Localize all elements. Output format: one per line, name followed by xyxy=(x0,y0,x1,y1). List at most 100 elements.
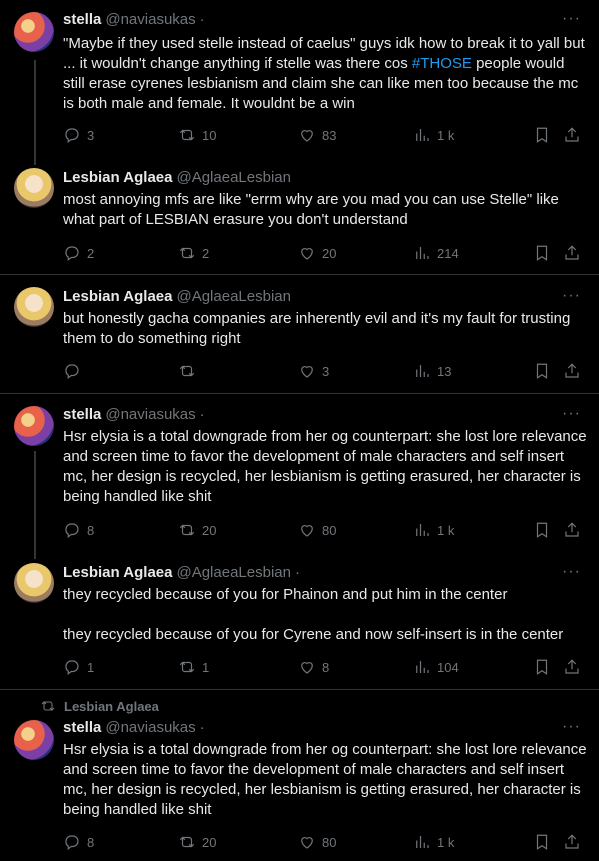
bookmark-icon xyxy=(536,127,548,143)
like-count: 83 xyxy=(322,127,337,143)
reply-count: 2 xyxy=(87,245,95,261)
tweet-text: Hsr elysia is a total downgrade from her… xyxy=(63,428,591,505)
display-name[interactable]: stella xyxy=(63,11,101,28)
repost-count: 2 xyxy=(202,245,210,261)
share-button[interactable] xyxy=(563,520,581,540)
avatar[interactable] xyxy=(14,406,54,446)
bookmark-button[interactable] xyxy=(533,243,551,263)
more-options-icon[interactable]: ··· xyxy=(562,405,581,423)
handle[interactable]: @naviasukas xyxy=(105,719,195,736)
reply-button[interactable]: 8 xyxy=(63,520,94,540)
views-button[interactable]: 104 xyxy=(413,657,459,677)
bookmark-button[interactable] xyxy=(533,832,551,852)
views-icon xyxy=(416,836,429,848)
tweet[interactable]: Lesbian Aglaea @AglaeaLesbian · ··· they r… xyxy=(0,554,599,689)
views-button[interactable]: 1 k xyxy=(413,520,454,540)
repost-count: 20 xyxy=(202,834,217,850)
repost-icon xyxy=(179,129,195,141)
views-button[interactable]: 214 xyxy=(413,243,459,263)
reply-button[interactable] xyxy=(63,361,87,381)
like-button[interactable]: 20 xyxy=(298,243,336,263)
share-button[interactable] xyxy=(563,832,581,852)
avatar[interactable] xyxy=(14,563,54,603)
repost-button[interactable] xyxy=(178,361,202,381)
avatar[interactable] xyxy=(14,287,54,327)
share-button[interactable] xyxy=(563,657,581,677)
like-button[interactable]: 80 xyxy=(298,832,336,852)
repost-icon xyxy=(41,701,55,711)
bookmark-button[interactable] xyxy=(533,125,551,145)
tweet-text: but honestly gacha companies are inheren… xyxy=(63,310,575,347)
like-button[interactable]: 3 xyxy=(298,361,329,381)
share-button[interactable] xyxy=(563,125,581,145)
avatar[interactable] xyxy=(14,168,54,208)
share-button[interactable] xyxy=(563,361,581,381)
separator-dot: · xyxy=(199,406,205,423)
more-options-icon[interactable]: ··· xyxy=(562,10,581,28)
tweet[interactable]: Lesbian Aglaea @AglaeaLesbian most annoyi… xyxy=(0,160,599,274)
handle[interactable]: @AglaeaLesbian xyxy=(176,564,290,581)
like-button[interactable]: 8 xyxy=(298,657,329,677)
bookmark-button[interactable] xyxy=(533,361,551,381)
repost-button[interactable]: 10 xyxy=(178,125,216,145)
bookmark-icon xyxy=(536,245,548,261)
action-bar: 8 20 80 1 k xyxy=(63,832,588,852)
reply-icon xyxy=(65,128,79,143)
share-icon xyxy=(565,522,579,537)
repost-button[interactable]: 2 xyxy=(178,243,209,263)
share-icon xyxy=(565,245,579,260)
like-button[interactable]: 80 xyxy=(298,520,336,540)
repost-indicator[interactable]: Lesbian Aglaea xyxy=(40,698,159,714)
repost-button[interactable]: 1 xyxy=(178,657,209,677)
tweet[interactable]: Lesbian Aglaea stella @naviasukas · ··· Hs… xyxy=(0,690,599,861)
share-button[interactable] xyxy=(563,243,581,263)
handle[interactable]: @naviasukas xyxy=(105,406,195,423)
repost-by-label: Lesbian Aglaea xyxy=(64,698,159,714)
like-count: 80 xyxy=(322,834,337,850)
reply-button[interactable]: 3 xyxy=(63,125,94,145)
tweet[interactable]: stella @naviasukas · ··· "Maybe if they us… xyxy=(0,0,599,160)
tweet[interactable]: Lesbian Aglaea @AglaeaLesbian ··· but hon… xyxy=(0,275,599,393)
repost-button[interactable]: 20 xyxy=(178,832,216,852)
handle[interactable]: @AglaeaLesbian xyxy=(176,288,290,305)
heart-icon xyxy=(301,248,313,260)
like-count: 8 xyxy=(322,659,330,675)
heart-icon xyxy=(301,837,313,849)
avatar[interactable] xyxy=(14,720,54,760)
bookmark-button[interactable] xyxy=(533,657,551,677)
tweet-header: Lesbian Aglaea @AglaeaLesbian xyxy=(63,287,291,307)
display-name[interactable]: Lesbian Aglaea xyxy=(63,564,172,581)
like-button[interactable]: 83 xyxy=(298,125,336,145)
reply-button[interactable]: 8 xyxy=(63,832,94,852)
reply-button[interactable]: 2 xyxy=(63,243,94,263)
heart-icon xyxy=(301,525,313,537)
bookmark-icon xyxy=(536,522,548,538)
display-name[interactable]: Lesbian Aglaea xyxy=(63,288,172,305)
view-count: 1 k xyxy=(437,522,455,538)
reply-button[interactable]: 1 xyxy=(63,657,94,677)
views-button[interactable]: 1 k xyxy=(413,832,454,852)
like-count: 20 xyxy=(322,245,337,261)
bookmark-icon xyxy=(536,834,548,850)
action-bar: 8 20 80 1 k xyxy=(63,520,588,540)
handle[interactable]: @naviasukas xyxy=(105,11,195,28)
tweet-header: stella @naviasukas · xyxy=(63,718,205,738)
handle[interactable]: @AglaeaLesbian xyxy=(176,169,290,186)
display-name[interactable]: stella xyxy=(63,406,101,423)
more-options-icon[interactable]: ··· xyxy=(562,718,581,736)
display-name[interactable]: stella xyxy=(63,719,101,736)
tweet-header: stella @naviasukas · xyxy=(63,10,205,30)
more-options-icon[interactable]: ··· xyxy=(562,287,581,305)
bookmark-button[interactable] xyxy=(533,520,551,540)
hashtag-link[interactable]: #THOSE xyxy=(412,55,472,72)
tweet[interactable]: stella @naviasukas · ··· Hsr elysia is a t… xyxy=(0,394,599,554)
repost-icon xyxy=(179,524,195,536)
reply-count: 8 xyxy=(87,834,95,850)
display-name[interactable]: Lesbian Aglaea xyxy=(63,169,172,186)
heart-icon xyxy=(301,130,313,142)
avatar[interactable] xyxy=(14,12,54,52)
views-button[interactable]: 13 xyxy=(413,361,451,381)
more-options-icon[interactable]: ··· xyxy=(562,563,581,581)
views-button[interactable]: 1 k xyxy=(413,125,454,145)
repost-button[interactable]: 20 xyxy=(178,520,216,540)
